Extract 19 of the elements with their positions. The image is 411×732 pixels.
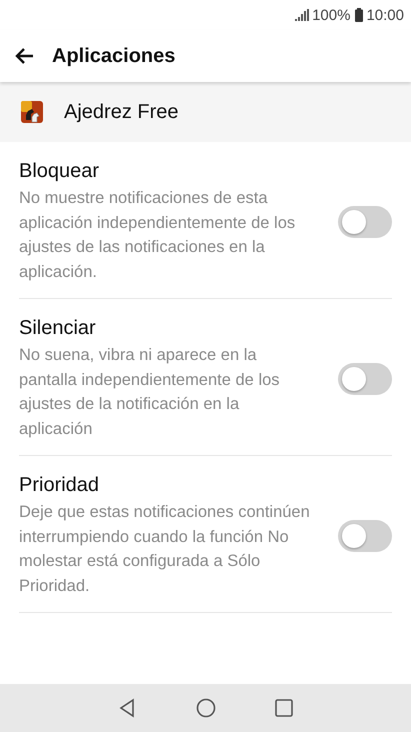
- setting-description: Deje que estas notificaciones continúen interrumpiendo cuando la función No molestar está configurada a Sólo Prioridad.: [19, 502, 311, 596]
- chess-app-icon: [20, 100, 44, 124]
- back-arrow-icon[interactable]: [14, 47, 34, 65]
- setting-description: No muestre notificaciones de esta aplicación independientemente de los ajustes de las notificaciones en la aplicación.: [19, 188, 296, 282]
- signal-icon: [295, 9, 310, 21]
- home-nav-icon[interactable]: [194, 697, 216, 719]
- clock: 10:00: [366, 6, 404, 24]
- recents-nav-icon[interactable]: [272, 697, 295, 719]
- setting-title: Bloquear: [19, 160, 100, 183]
- toggle-switch[interactable]: [338, 206, 392, 238]
- setting-description: No suena, vibra ni aparece en la pantalla independientemente de los ajustes de la notificación en la aplicación: [19, 345, 281, 440]
- battery-icon: [355, 8, 364, 22]
- app-name: Ajedrez Free: [64, 100, 178, 124]
- setting-title: Prioridad: [19, 474, 100, 497]
- toggle-switch[interactable]: [338, 363, 392, 395]
- setting-title: Silenciar: [19, 317, 97, 340]
- toggle-switch[interactable]: [338, 520, 392, 552]
- battery-percent: 100%: [312, 6, 350, 24]
- toolbar-title: Aplicaciones: [52, 44, 176, 68]
